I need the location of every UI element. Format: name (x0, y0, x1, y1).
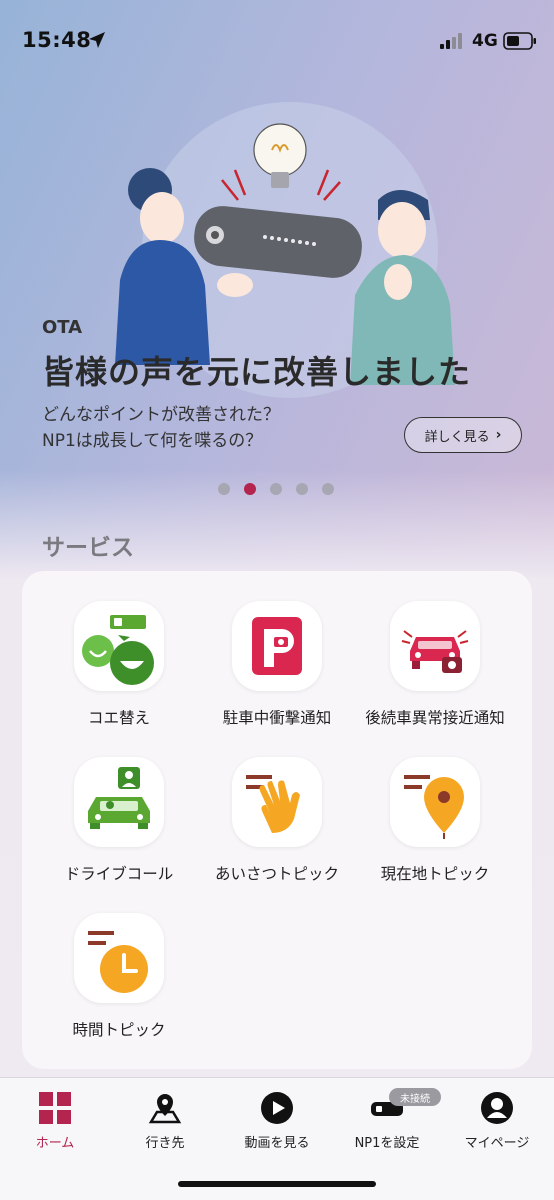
status-time: 15:48 (22, 28, 92, 52)
tab-home[interactable]: ホーム (0, 1090, 110, 1151)
tab-destination[interactable]: 行き先 (110, 1090, 220, 1151)
service-tailgating-alert[interactable]: 後続車異常接近通知 (350, 601, 520, 751)
service-tile[interactable] (74, 757, 164, 847)
services-section-title: サービス (42, 535, 134, 561)
service-label: 現在地トピック (380, 865, 490, 883)
carousel-dot[interactable] (270, 483, 282, 495)
hero-tag: OTA (42, 317, 83, 338)
service-tile[interactable] (232, 601, 322, 691)
tab-label: マイページ (464, 1136, 530, 1151)
tab-label: 行き先 (145, 1136, 185, 1151)
carousel-dots (218, 483, 334, 495)
service-tile[interactable] (74, 601, 164, 691)
location-arrow-icon (89, 32, 105, 48)
service-tile[interactable] (390, 757, 480, 847)
service-tile[interactable] (390, 601, 480, 691)
service-drive-call[interactable]: ドライブコール (34, 757, 204, 907)
person-icon (481, 1092, 513, 1124)
carousel-dot[interactable] (322, 483, 334, 495)
play-icon (261, 1092, 293, 1124)
carousel-dot-active[interactable] (244, 483, 256, 495)
tab-label: 動画を見る (244, 1136, 310, 1151)
service-parking-shock[interactable]: 駐車中衝撃通知 (192, 601, 362, 751)
service-voice-change[interactable]: コエ替え (34, 601, 204, 751)
parking-shock-icon (252, 617, 302, 675)
clock-icon (88, 931, 148, 993)
drive-call-icon (88, 767, 150, 829)
home-indicator[interactable] (178, 1181, 376, 1187)
tailgating-alert-icon (401, 630, 469, 673)
detail-button[interactable]: 詳しく見る › (404, 417, 522, 453)
carousel-dot[interactable] (296, 483, 308, 495)
status-bar: 15:48 4G (0, 0, 554, 80)
service-tile[interactable] (74, 913, 164, 1003)
location-pin-icon (404, 775, 464, 839)
map-pin-icon (148, 1094, 182, 1124)
service-label: 後続車異常接近通知 (365, 709, 505, 727)
voice-change-icon (82, 615, 154, 685)
service-label: 時間トピック (72, 1021, 166, 1039)
hero-title: 皆様の声を元に改善しました (42, 353, 472, 391)
service-time-topic[interactable]: 時間トピック (34, 913, 204, 1063)
carousel-dot[interactable] (218, 483, 230, 495)
tab-watch-video[interactable]: 動画を見る (222, 1090, 332, 1151)
home-grid-icon (39, 1092, 71, 1124)
signal-icon (440, 33, 462, 49)
hero-subtitle: どんなポイントが改善された？ NP1は成長して何を喋るの？ (42, 405, 280, 451)
detail-button-label: 詳しく見る (424, 429, 490, 445)
service-location-topic[interactable]: 現在地トピック (350, 757, 520, 907)
connection-status-badge: 未接続 (389, 1088, 441, 1106)
tab-label: NP1を設定 (354, 1136, 420, 1151)
greeting-hand-icon (246, 775, 300, 833)
service-greeting-topic[interactable]: あいさつトピック (192, 757, 362, 907)
chevron-right-icon: › (495, 427, 502, 443)
services-card: コエ替え 駐車中衝撃通知 後続車異常接近通知 ドライブコール あいさつトピック … (22, 571, 532, 1069)
network-type: 4G (472, 31, 498, 51)
tab-label: ホーム (35, 1136, 75, 1151)
service-tile[interactable] (232, 757, 322, 847)
tab-my-page[interactable]: マイページ (442, 1090, 552, 1151)
battery-icon (503, 32, 536, 50)
